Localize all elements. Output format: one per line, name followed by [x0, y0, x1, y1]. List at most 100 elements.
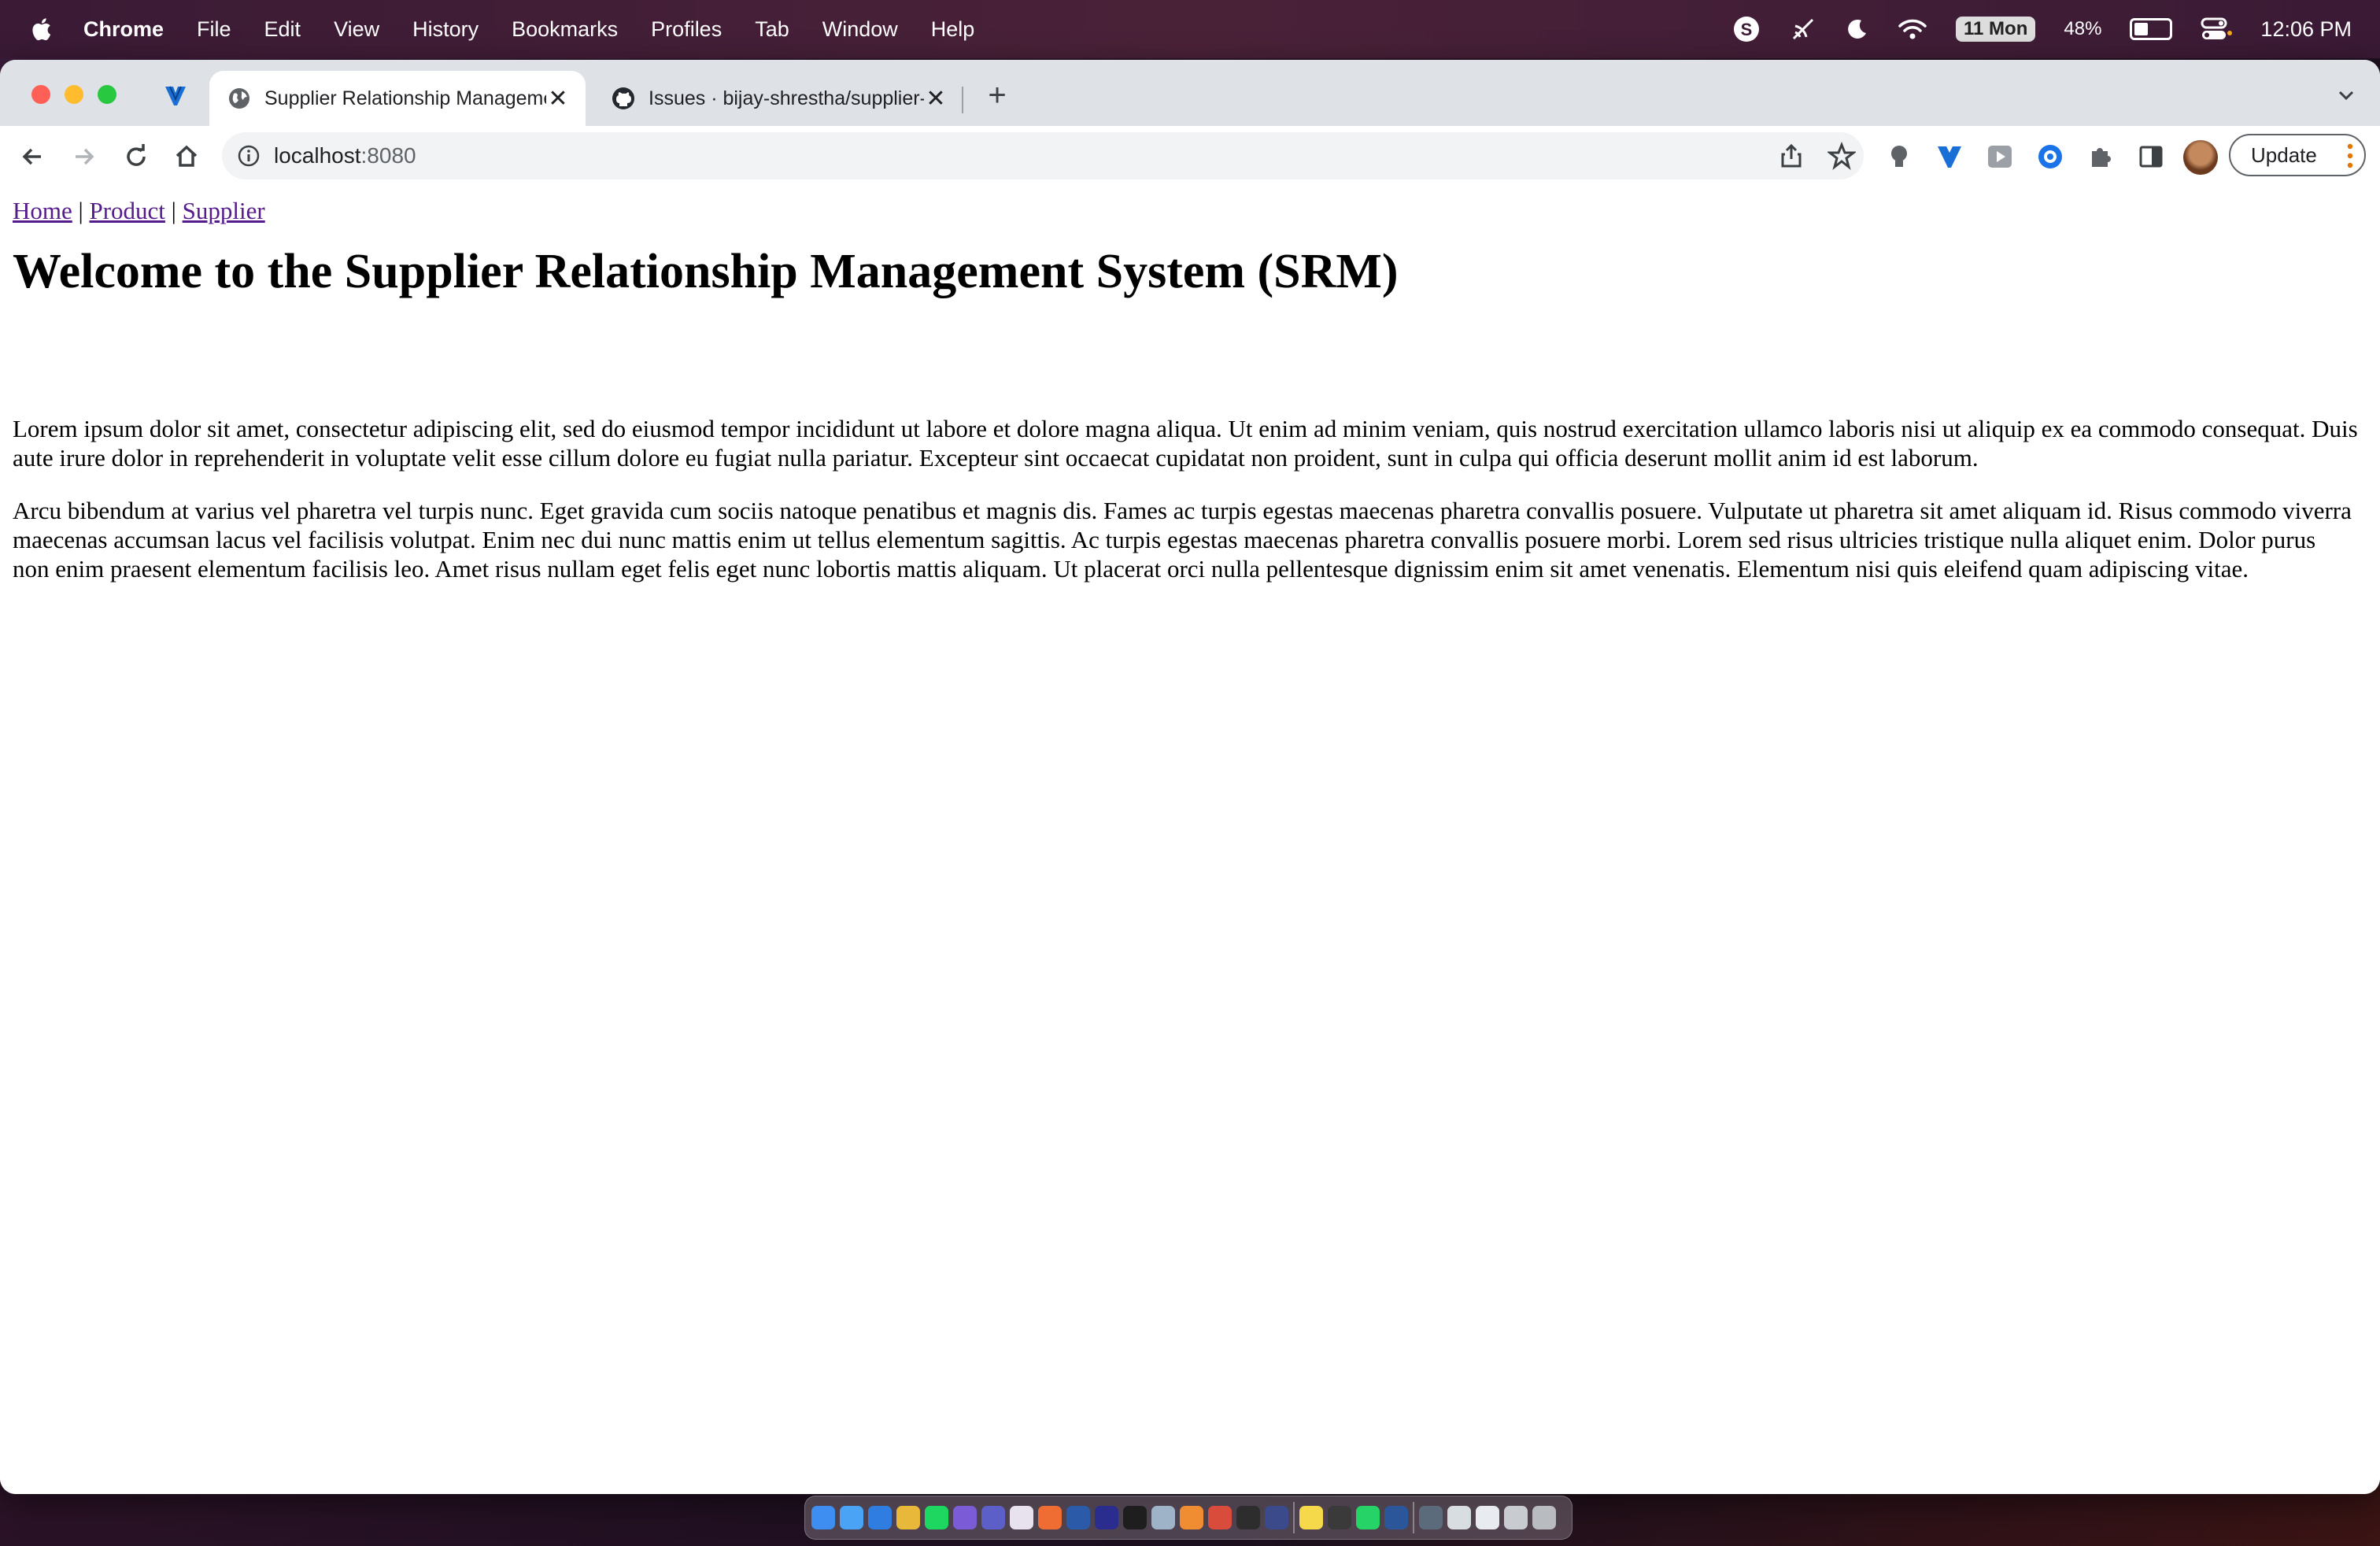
dock-teams-icon[interactable]: [981, 1506, 1005, 1529]
dock-word-icon[interactable]: [1384, 1506, 1408, 1529]
apple-icon[interactable]: [28, 16, 52, 43]
menu-help[interactable]: Help: [931, 17, 975, 42]
nav-link-home[interactable]: Home: [13, 197, 72, 224]
new-tab-button[interactable]: +: [981, 79, 1014, 112]
macos-menu-bar: Chrome File Edit View History Bookmarks …: [0, 0, 2380, 58]
menu-profiles[interactable]: Profiles: [651, 17, 722, 42]
dock-sourcetree-icon[interactable]: [1066, 1506, 1090, 1529]
minimize-window-button[interactable]: [65, 85, 83, 104]
menu-view[interactable]: View: [334, 17, 379, 42]
dock-folder-1-icon[interactable]: [1419, 1506, 1443, 1529]
dock-spotify-icon[interactable]: [925, 1506, 948, 1529]
video-play-extension-icon[interactable]: [1985, 142, 2015, 172]
battery-percentage: 48%: [2064, 18, 2102, 39]
browser-toolbar: localhost:8080 Update: [0, 126, 2380, 189]
dock-photos-icon[interactable]: [1328, 1506, 1351, 1529]
more-menu-icon[interactable]: [2347, 142, 2353, 170]
dock-chrome-icon[interactable]: [896, 1506, 920, 1529]
vue-extension-icon[interactable]: [1935, 142, 1964, 172]
dock-whatsapp-icon[interactable]: [1356, 1506, 1380, 1529]
calendar-date-badge[interactable]: 11 Mon: [1956, 17, 2036, 42]
dock-postman-icon[interactable]: [1038, 1506, 1062, 1529]
menu-window[interactable]: Window: [822, 17, 898, 42]
tab-supplier-relationship[interactable]: Supplier Relationship Management System …: [209, 71, 586, 126]
site-info-icon[interactable]: [236, 143, 261, 168]
battery-icon[interactable]: [2130, 18, 2173, 40]
globe-icon: [229, 88, 249, 109]
moon-icon[interactable]: [1846, 17, 1869, 41]
tab-github-issues[interactable]: Issues · bijay-shrestha/supplier-relatio…: [593, 71, 963, 126]
dock-mail-icon[interactable]: [840, 1506, 863, 1529]
tab-title: Supplier Relationship Management System: [264, 87, 546, 109]
url-host: localhost: [274, 143, 361, 168]
record-extension-icon[interactable]: [2035, 142, 2065, 172]
skype-icon[interactable]: S: [1732, 15, 1761, 43]
url-text[interactable]: localhost:8080: [274, 143, 416, 168]
dock-finder-icon[interactable]: [811, 1506, 835, 1529]
zoom-window-button[interactable]: [98, 85, 116, 104]
side-panel-icon[interactable]: [2136, 142, 2166, 172]
home-icon[interactable]: [172, 142, 201, 172]
dock-vim-icon[interactable]: [1236, 1506, 1260, 1529]
nav-separator: |: [171, 197, 176, 224]
dock-slack-icon[interactable]: [1010, 1506, 1033, 1529]
nav-separator: |: [78, 197, 83, 224]
dock-terminal-dot-icon[interactable]: [1123, 1506, 1147, 1529]
intro-paragraph: Lorem ipsum dolor sit amet, consectetur …: [13, 415, 2358, 472]
wifi-icon[interactable]: [1898, 17, 1927, 41]
reload-icon[interactable]: [121, 142, 151, 172]
dock-separator: [1293, 1502, 1295, 1533]
control-center-icon[interactable]: [2201, 16, 2233, 43]
dock-safari-icon[interactable]: [868, 1506, 892, 1529]
menu-bookmarks[interactable]: Bookmarks: [512, 17, 618, 42]
clock[interactable]: 12:06 PM: [2260, 17, 2352, 42]
address-bar[interactable]: localhost:8080: [222, 132, 1864, 179]
dock-notes-icon[interactable]: [1299, 1506, 1323, 1529]
bookmark-star-icon[interactable]: [1828, 142, 1856, 170]
dock-viber-icon[interactable]: [953, 1506, 977, 1529]
tab-separator: [962, 87, 963, 113]
menu-file[interactable]: File: [197, 17, 231, 42]
update-chrome-button[interactable]: Update: [2229, 134, 2366, 176]
menu-edit[interactable]: Edit: [264, 17, 301, 42]
menu-app-name[interactable]: Chrome: [83, 17, 164, 42]
dock-separator: [1413, 1502, 1414, 1533]
close-tab-icon[interactable]: ✕: [924, 85, 948, 113]
close-window-button[interactable]: [31, 85, 50, 104]
tab-strip: Supplier Relationship Management System …: [0, 60, 2380, 126]
dock-app-store-icon[interactable]: [1151, 1506, 1175, 1529]
update-label: Update: [2251, 142, 2317, 167]
dock-trash-icon[interactable]: [1532, 1506, 1556, 1529]
github-icon: [612, 87, 634, 109]
menu-tab[interactable]: Tab: [755, 17, 789, 42]
extensions-puzzle-icon[interactable]: [2086, 142, 2116, 172]
second-paragraph: Arcu bibendum at varius vel pharetra vel…: [13, 497, 2352, 583]
browser-window: Supplier Relationship Management System …: [0, 60, 2380, 1494]
nav-link-product[interactable]: Product: [89, 197, 164, 224]
dock-intellij-icon[interactable]: [1095, 1506, 1118, 1529]
tab-search-chevron-icon[interactable]: [2334, 83, 2358, 107]
menu-history[interactable]: History: [412, 17, 479, 42]
dock-folder-2-icon[interactable]: [1447, 1506, 1471, 1529]
page-heading: Welcome to the Supplier Relationship Man…: [13, 245, 1399, 298]
dock-sublime-icon[interactable]: [1180, 1506, 1203, 1529]
macos-dock: [804, 1496, 1572, 1540]
pinned-tab-extension-icon[interactable]: [162, 82, 189, 109]
share-icon[interactable]: [1777, 142, 1805, 170]
lightbulb-extension-icon[interactable]: [1884, 142, 1914, 172]
airplay-icon[interactable]: [1789, 15, 1817, 43]
url-port: :8080: [360, 143, 416, 168]
tab-title: Issues · bijay-shrestha/supplier-relatio…: [649, 87, 924, 109]
forward-arrow-icon[interactable]: [69, 142, 99, 172]
dock-xcode-icon[interactable]: [1265, 1506, 1288, 1529]
profile-avatar[interactable]: [2183, 140, 2218, 175]
page-content: Home | Product | Supplier Welcome to the…: [0, 187, 2380, 1494]
dock-folder-3-icon[interactable]: [1476, 1506, 1499, 1529]
close-tab-icon[interactable]: ✕: [546, 85, 570, 113]
back-arrow-icon[interactable]: [17, 142, 47, 172]
site-nav: Home | Product | Supplier: [13, 197, 265, 225]
dock-git-client-icon[interactable]: [1208, 1506, 1232, 1529]
nav-link-supplier[interactable]: Supplier: [183, 197, 265, 224]
dock-folder-4-icon[interactable]: [1504, 1506, 1528, 1529]
svg-text:S: S: [1741, 20, 1753, 39]
